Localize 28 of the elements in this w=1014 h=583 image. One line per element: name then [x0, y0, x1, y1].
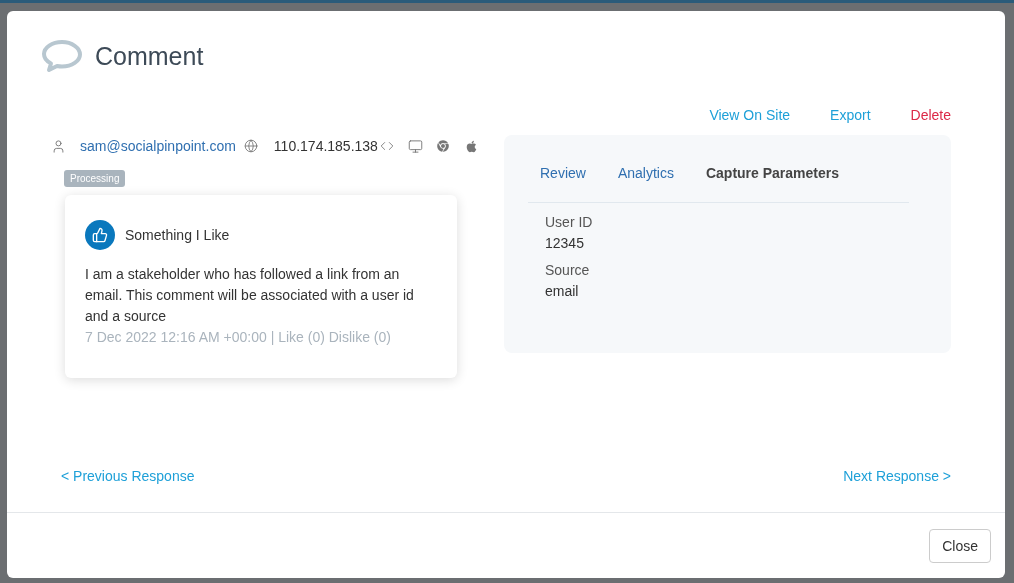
delete-link[interactable]: Delete — [910, 107, 951, 123]
thumbs-up-icon — [85, 220, 115, 250]
comment-meta: 7 Dec 2022 12:16 AM +00:00 | Like (0) Dislike (0) — [85, 328, 392, 347]
code-icon — [379, 139, 394, 153]
user-icon — [51, 138, 66, 154]
parameter-value: email — [545, 282, 580, 301]
apple-icon — [464, 139, 478, 153]
dialog-title: Comment — [95, 41, 204, 71]
action-link[interactable]: Export — [830, 107, 871, 123]
monitor-icon — [407, 138, 423, 154]
speech-bubble-icon — [41, 39, 83, 73]
email-link[interactable]: sam@socialpinpoint.com — [80, 138, 236, 154]
action-link[interactable]: View On Site — [709, 107, 791, 123]
parameter-label: User ID — [545, 213, 594, 232]
comment-title: Something I Like — [125, 227, 230, 243]
close-button[interactable]: Close — [929, 529, 991, 563]
parameter-label: Source — [545, 261, 591, 280]
status-badge: Processing — [64, 170, 126, 187]
tab[interactable]: Capture Parameters — [705, 165, 839, 181]
tab[interactable]: Review — [540, 165, 586, 181]
tab[interactable]: Analytics — [617, 165, 674, 181]
comment-text: I am a stakeholder who has followed a link from an email. This comment will be associated with a user id and a source — [85, 265, 415, 326]
parameter-value: 12345 — [545, 234, 585, 253]
browser-icon — [436, 140, 449, 152]
next-link[interactable]: Next Response > — [843, 468, 951, 484]
previous-link[interactable]: < Previous Response — [61, 468, 195, 484]
globe-icon — [243, 139, 258, 153]
ip-address: 110.174.185.138 — [273, 138, 378, 154]
